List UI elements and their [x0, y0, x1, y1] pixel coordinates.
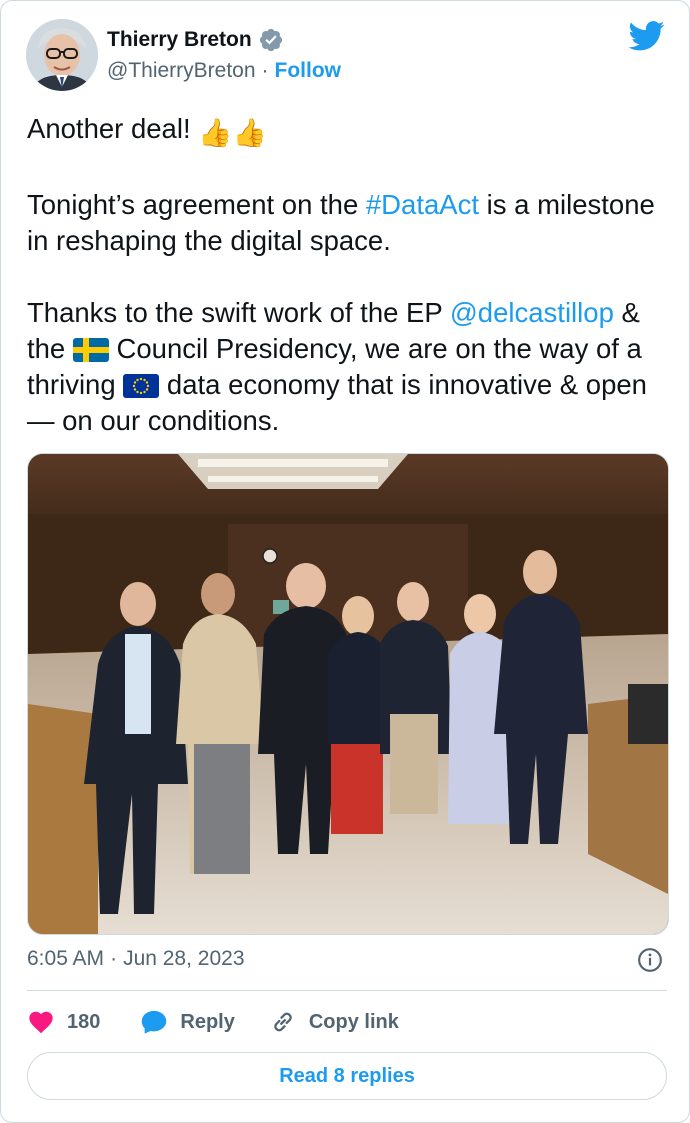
mention-link[interactable]: @delcastillop	[450, 297, 614, 328]
read-replies-label: Read 8 replies	[279, 1064, 415, 1087]
tweet-timestamp[interactable]: 6:05 AM · Jun 28, 2023	[27, 947, 245, 971]
tweet-line-1: Another deal! 👍👍	[27, 111, 667, 151]
tweet-time[interactable]: 6:05 AM	[27, 947, 104, 971]
tweet-line-1-text: Another deal!	[27, 113, 191, 144]
heart-icon	[29, 1011, 53, 1034]
follow-link[interactable]: Follow	[275, 59, 342, 83]
photo-image	[28, 454, 668, 934]
thumbs-up-emoji: 👍👍	[198, 117, 267, 148]
twitter-bird-icon[interactable]	[629, 21, 665, 51]
link-icon	[274, 1012, 292, 1032]
copy-link-label: Copy link	[308, 1010, 399, 1033]
author-handle-row: @ThierryBreton · Follow	[107, 59, 341, 83]
divider	[27, 990, 667, 991]
eu-flag-icon	[123, 374, 160, 398]
author-handle[interactable]: @ThierryBreton	[107, 59, 256, 83]
tweet-p3-text-a: Thanks to the swift work of the EP	[27, 297, 450, 328]
tweet-paragraph-2: Tonight’s agreement on the #DataAct is a…	[27, 187, 667, 259]
separator: ·	[110, 947, 118, 970]
chat-bubble-icon	[142, 1010, 167, 1034]
tweet-paragraph-3: Thanks to the swift work of the EP @delc…	[27, 295, 667, 439]
author-display-name[interactable]: Thierry Breton	[107, 28, 252, 52]
like-button[interactable]: 180	[27, 1008, 100, 1036]
tweet-text: Another deal! 👍👍 Tonight’s agreement on …	[27, 111, 667, 439]
read-replies-button[interactable]: Read 8 replies	[27, 1052, 667, 1100]
hashtag-link[interactable]: #DataAct	[366, 189, 479, 220]
avatar[interactable]	[26, 19, 98, 91]
reply-button[interactable]: Reply	[140, 1008, 235, 1036]
like-count: 180	[67, 1010, 101, 1033]
swedish-flag-icon	[72, 338, 109, 362]
tweet-p2-text-a: Tonight’s agreement on the	[27, 189, 366, 220]
action-bar: 180 Reply Copy link	[27, 1007, 399, 1037]
author-name-row[interactable]: Thierry Breton	[107, 27, 284, 53]
copy-link-button[interactable]: Copy link	[269, 1008, 399, 1036]
tweet-photo[interactable]	[27, 453, 669, 935]
avatar-image	[26, 19, 98, 91]
reply-label: Reply	[180, 1010, 235, 1033]
tweet-card: Thierry Breton @ThierryBreton · Follow A…	[0, 0, 690, 1123]
verified-badge-icon	[259, 28, 282, 52]
info-icon[interactable]	[637, 947, 663, 973]
separator: ·	[261, 59, 269, 82]
tweet-date[interactable]: Jun 28, 2023	[123, 947, 244, 971]
